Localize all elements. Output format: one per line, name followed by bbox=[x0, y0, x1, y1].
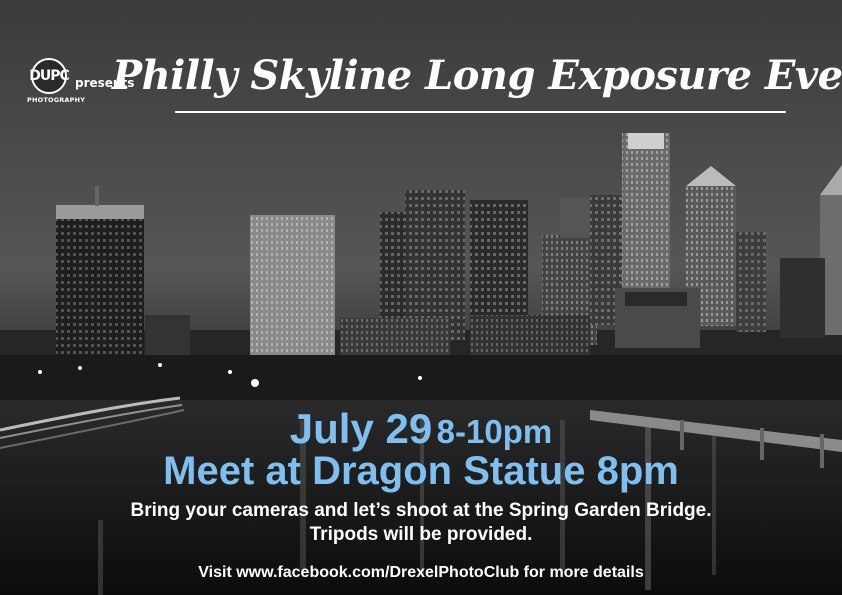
description-line-2: Tripods will be provided. bbox=[309, 524, 533, 545]
facebook-link-text[interactable]: Visit www.facebook.com/DrexelPhotoClub f… bbox=[0, 564, 842, 582]
event-title: Philly Skyline Long Exposure Event bbox=[112, 52, 842, 99]
logo-monogram: DUPC bbox=[29, 58, 70, 94]
event-time: 8-10pm bbox=[436, 413, 553, 450]
event-poster: DUPC PHOTOGRAPHY presents Philly Skyline… bbox=[0, 0, 842, 595]
description-line-1: Bring your cameras and let’s shoot at th… bbox=[130, 500, 712, 521]
meeting-point: Meet at Dragon Statue 8pm bbox=[163, 449, 679, 493]
logo-wordmark: PHOTOGRAPHY bbox=[27, 96, 86, 104]
event-date-time: July 29 8-10pm bbox=[0, 405, 842, 453]
event-date: July 29 bbox=[289, 405, 433, 452]
club-logo: DUPC PHOTOGRAPHY bbox=[27, 58, 86, 108]
title-underline bbox=[175, 111, 786, 113]
